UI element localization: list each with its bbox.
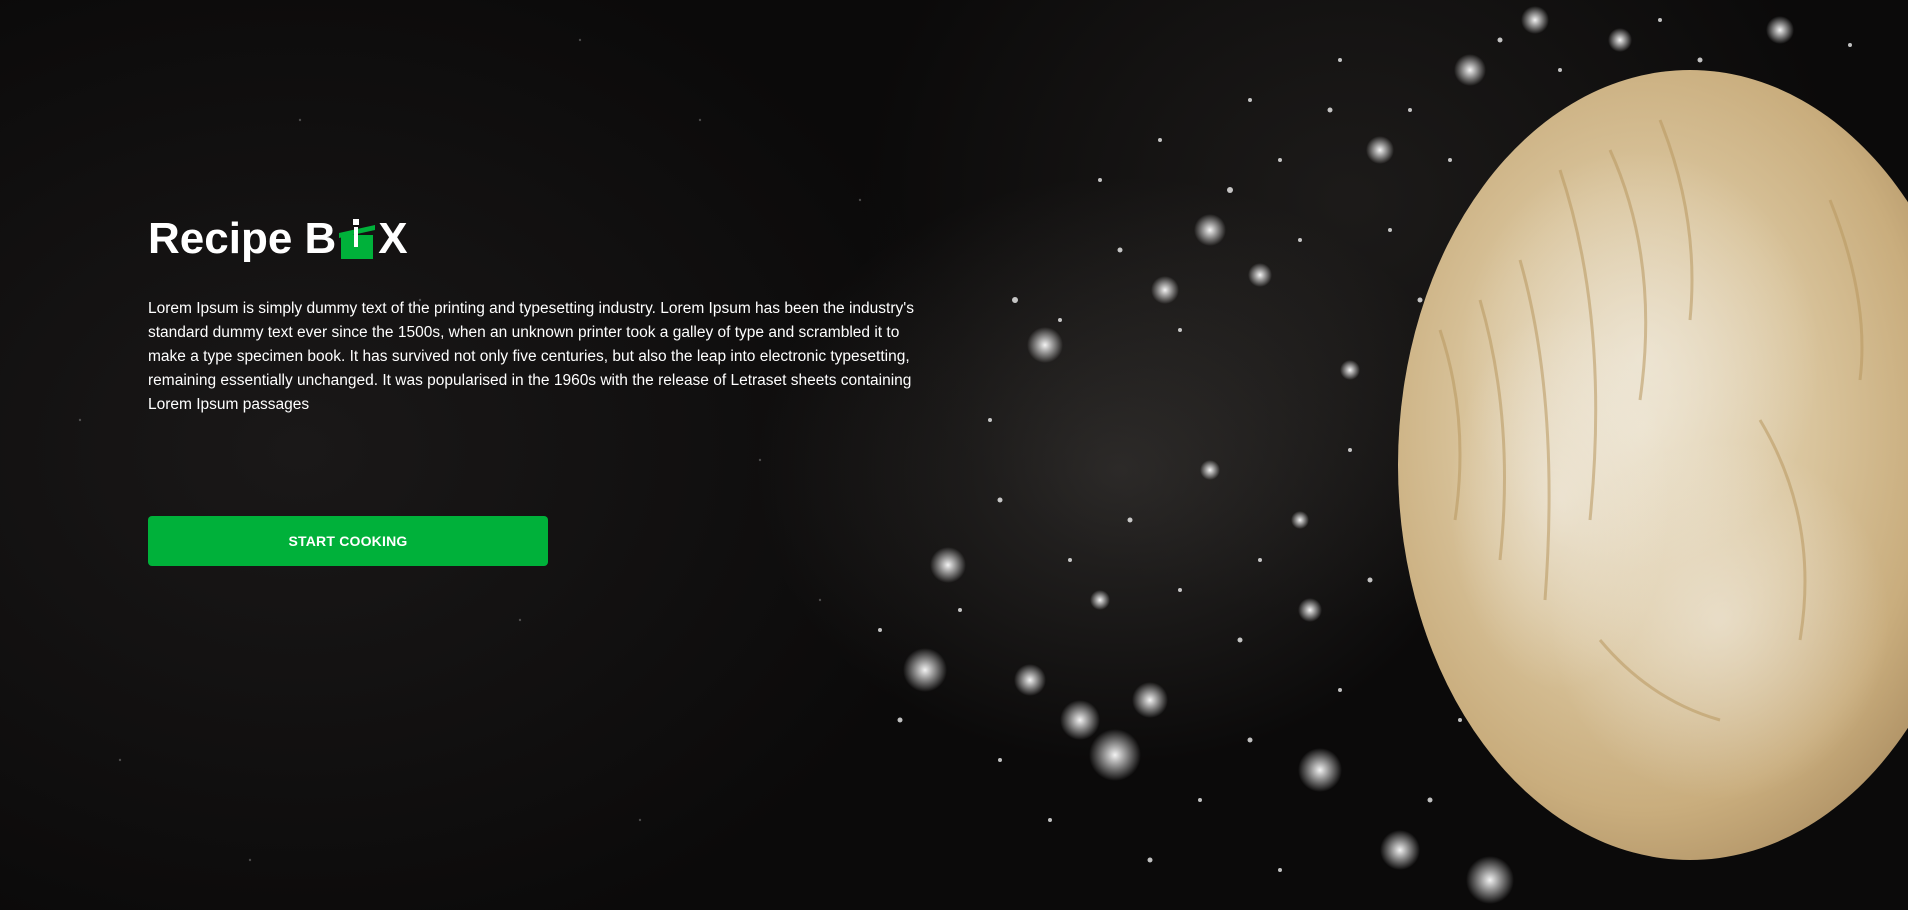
hero-section: Recipe B X Lorem Ipsum is simply dummy t… xyxy=(0,0,1908,910)
hero-content: Recipe B X Lorem Ipsum is simply dummy t… xyxy=(148,205,928,433)
brand-name-right: X xyxy=(378,214,408,263)
start-cooking-button[interactable]: START COOKING xyxy=(148,516,548,566)
hero-description: Lorem Ipsum is simply dummy text of the … xyxy=(148,300,914,413)
brand-logo[interactable]: Recipe B X xyxy=(148,205,928,261)
bread-dough-flour-photo xyxy=(78,6,1908,904)
brand-name-left: Recipe B xyxy=(148,214,337,263)
pot-icon xyxy=(339,219,376,259)
